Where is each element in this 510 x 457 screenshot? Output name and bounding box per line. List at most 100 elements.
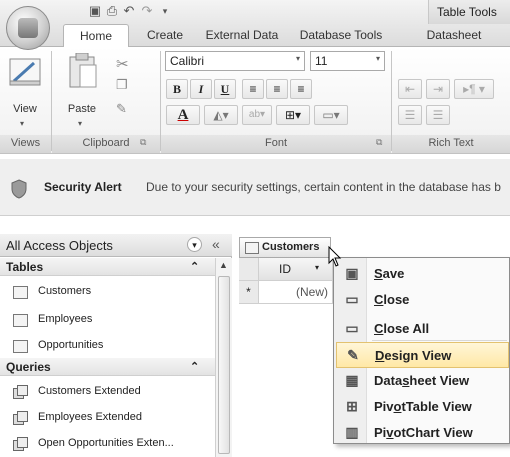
- cut-icon[interactable]: ✂: [116, 55, 129, 73]
- security-alert-message: Due to your security settings, certain c…: [146, 180, 501, 194]
- document-tab-title: Customers: [262, 241, 320, 253]
- group-label-views: Views: [0, 135, 51, 153]
- scroll-up-icon[interactable]: ▲: [219, 260, 228, 270]
- close-all-icon: ▭: [345, 320, 359, 336]
- bold-button[interactable]: B: [166, 79, 188, 99]
- query-icon: [13, 385, 28, 399]
- column-header-id[interactable]: ID ▾: [259, 258, 333, 281]
- font-color-button[interactable]: A: [166, 105, 200, 125]
- collapse-section-icon[interactable]: ⌃: [190, 360, 199, 373]
- font-name-combo[interactable]: Calibri: [165, 51, 305, 71]
- select-all-corner[interactable]: [239, 258, 259, 281]
- nav-item-customers[interactable]: Customers: [0, 280, 215, 304]
- bullets-icon[interactable]: ☰: [426, 105, 450, 125]
- cell-effect-icon[interactable]: ▭▾: [314, 105, 348, 125]
- menu-item-label: Design View: [375, 348, 452, 363]
- dialog-launcher-icon[interactable]: ⧉: [376, 137, 382, 148]
- nav-item-label: Employees: [38, 313, 93, 325]
- menu-item-label: Close All: [374, 321, 430, 336]
- query-icon: [13, 411, 28, 425]
- chevron-down-icon[interactable]: ▾: [296, 54, 300, 63]
- new-record-marker[interactable]: *: [239, 281, 259, 304]
- align-left-icon[interactable]: ≡: [242, 79, 264, 99]
- tab-create[interactable]: Create: [138, 24, 192, 46]
- datasheet-view-icon: ▦: [345, 372, 359, 388]
- tab-external-data[interactable]: External Data: [200, 24, 284, 46]
- numbering-icon[interactable]: ☰: [398, 105, 422, 125]
- column-header-label: ID: [279, 262, 291, 276]
- nav-item-label: Customers: [38, 285, 92, 297]
- group-label-font: Font: [161, 135, 391, 153]
- underline-button[interactable]: U: [214, 79, 236, 99]
- italic-button[interactable]: I: [190, 79, 212, 99]
- group-label-rich-text: Rich Text: [392, 135, 510, 153]
- copy-icon[interactable]: ❐: [116, 77, 128, 93]
- nav-item-label: Opportunities: [38, 339, 104, 351]
- menu-item-pivottable-view[interactable]: ⊞ PivotTable View: [336, 394, 509, 420]
- ribbon: View ▾ Views Paste ▾ ✂ ❐ ✎ Clipboard ⧉ C…: [0, 46, 510, 154]
- paragraph-direction-icon[interactable]: ▸¶ ▾: [454, 79, 494, 99]
- chevron-down-icon[interactable]: ▾: [187, 237, 202, 252]
- increase-indent-icon[interactable]: ⇥: [426, 79, 450, 99]
- format-painter-icon[interactable]: ✎: [116, 101, 127, 117]
- collapse-section-icon[interactable]: ⌃: [190, 260, 199, 273]
- nav-item-opportunities[interactable]: Opportunities: [0, 334, 215, 358]
- menu-item-pivotchart-view[interactable]: ▥ PivotChart View: [336, 420, 509, 446]
- menu-item-save[interactable]: ▣ Save: [336, 261, 509, 287]
- menu-item-label: PivotChart View: [374, 425, 473, 440]
- tab-database-tools[interactable]: Database Tools: [292, 24, 390, 46]
- nav-item-customers-extended[interactable]: Customers Extended: [0, 380, 215, 404]
- decrease-indent-icon[interactable]: ⇤: [398, 79, 422, 99]
- paste-button[interactable]: Paste: [58, 103, 106, 115]
- table-icon: [245, 242, 259, 254]
- menu-item-close-all[interactable]: ▭ Close All: [336, 316, 509, 342]
- tab-home[interactable]: Home: [63, 24, 129, 47]
- design-view-icon: ✎: [347, 347, 359, 363]
- collapse-pane-icon[interactable]: «: [212, 236, 220, 252]
- redo-icon[interactable]: ↷: [140, 4, 154, 18]
- section-header-tables[interactable]: Tables ⌃: [0, 258, 215, 276]
- align-right-icon[interactable]: ≡: [290, 79, 312, 99]
- document-tab-customers[interactable]: Customers: [239, 237, 331, 257]
- alternate-fill-icon[interactable]: ab▾: [242, 105, 272, 125]
- menu-item-close[interactable]: ▭ Close: [336, 287, 509, 313]
- paste-dropdown-icon[interactable]: ▾: [78, 119, 82, 128]
- print-icon[interactable]: ⎙: [105, 4, 119, 18]
- undo-icon[interactable]: ↶: [122, 4, 136, 18]
- font-size-combo[interactable]: 11: [310, 51, 385, 71]
- view-button[interactable]: View: [2, 103, 48, 115]
- nav-scrollbar[interactable]: ▲: [215, 258, 232, 457]
- security-alert-bar: Security Alert Due to your security sett…: [0, 159, 510, 216]
- menu-item-datasheet-view[interactable]: ▦ Datasheet View: [336, 368, 509, 394]
- align-center-icon[interactable]: ≡: [266, 79, 288, 99]
- nav-item-employees-extended[interactable]: Employees Extended: [0, 406, 215, 430]
- mouse-pointer-icon: [328, 246, 342, 267]
- table-icon: [13, 314, 28, 327]
- nav-item-open-opportunities-extended[interactable]: Open Opportunities Exten...: [0, 432, 215, 456]
- menu-separator: [372, 340, 507, 341]
- customize-qat-icon[interactable]: ▾: [158, 4, 172, 18]
- pivottable-view-icon: ⊞: [346, 398, 358, 414]
- paste-icon: [68, 52, 98, 91]
- close-icon: ▭: [345, 291, 359, 307]
- tab-datasheet[interactable]: Datasheet: [398, 24, 510, 46]
- nav-item-employees[interactable]: Employees: [0, 308, 215, 332]
- menu-item-label: Save: [374, 266, 405, 281]
- gridlines-icon[interactable]: ⊞▾: [276, 105, 310, 125]
- navigation-pane: All Access Objects ▾ « Tables ⌃ Customer…: [0, 234, 232, 457]
- nav-item-label: Employees Extended: [38, 411, 142, 423]
- save-icon[interactable]: ▣: [88, 4, 102, 18]
- fill-color-icon[interactable]: ◭▾: [204, 105, 238, 125]
- scroll-thumb[interactable]: [218, 276, 230, 454]
- section-header-queries[interactable]: Queries ⌃: [0, 358, 215, 376]
- menu-item-label: Close: [374, 292, 410, 307]
- menu-item-design-view[interactable]: ✎ Design View: [336, 342, 509, 368]
- security-alert-title: Security Alert: [44, 180, 122, 194]
- office-logo-icon[interactable]: [6, 6, 50, 50]
- view-dropdown-icon[interactable]: ▾: [20, 119, 24, 128]
- chevron-down-icon[interactable]: ▾: [315, 263, 319, 272]
- id-cell-new[interactable]: (New): [259, 281, 333, 304]
- chevron-down-icon[interactable]: ▾: [376, 54, 380, 63]
- nav-pane-header[interactable]: All Access Objects ▾ «: [0, 234, 232, 257]
- dialog-launcher-icon[interactable]: ⧉: [140, 137, 146, 148]
